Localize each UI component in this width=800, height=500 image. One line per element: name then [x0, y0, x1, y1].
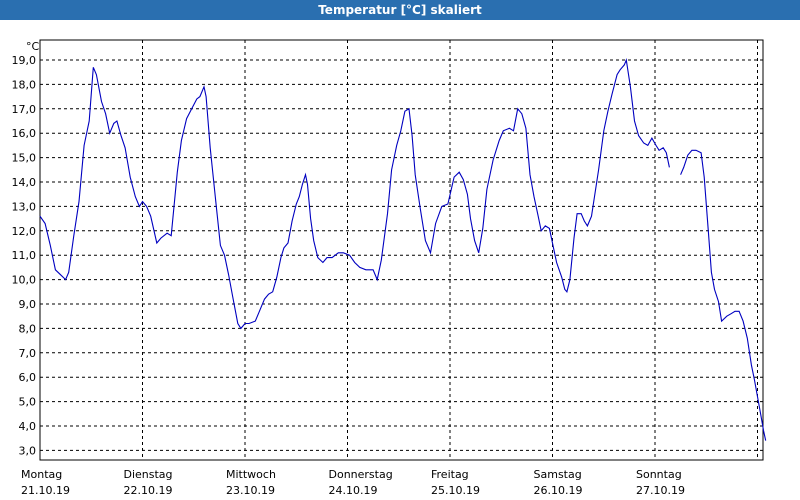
x-tick-date: 25.10.19: [431, 484, 480, 497]
x-tick-date: 23.10.19: [226, 484, 275, 497]
y-tick-label: 5,0: [19, 396, 37, 409]
x-tick-day: Samstag: [534, 468, 582, 481]
y-tick-label: 11,0: [12, 249, 37, 262]
chart-background: [0, 20, 800, 500]
x-tick-date: 22.10.19: [124, 484, 173, 497]
y-tick-label: 4,0: [19, 420, 37, 433]
y-tick-label: 10,0: [12, 274, 37, 287]
y-tick-label: 6,0: [19, 371, 37, 384]
y-tick-label: 13,0: [12, 200, 37, 213]
x-tick-day: Montag: [21, 468, 62, 481]
y-axis-label: °C: [26, 40, 40, 53]
x-tick-day: Donnerstag: [329, 468, 393, 481]
x-tick-date: 26.10.19: [534, 484, 583, 497]
x-tick-day: Sonntag: [636, 468, 682, 481]
y-tick-label: 8,0: [19, 322, 37, 335]
y-tick-label: 3,0: [19, 444, 37, 457]
x-tick-day: Freitag: [431, 468, 469, 481]
chart-title: Temperatur [°C] skaliert: [0, 0, 800, 20]
x-tick-date: 27.10.19: [636, 484, 685, 497]
y-tick-label: 18,0: [12, 78, 37, 91]
x-tick-date: 21.10.19: [21, 484, 70, 497]
y-tick-label: 19,0: [12, 54, 37, 67]
y-tick-label: 12,0: [12, 225, 37, 238]
y-tick-label: 15,0: [12, 152, 37, 165]
temperature-chart: 19,0 18,0 17,0 16,0 15,0 14,0 13,0 12,0 11,0 10,0…: [0, 20, 800, 500]
x-tick-date: 24.10.19: [329, 484, 378, 497]
y-tick-label: 17,0: [12, 103, 37, 116]
x-tick-day: Dienstag: [124, 468, 173, 481]
y-tick-label: 7,0: [19, 347, 37, 360]
x-tick-day: Mittwoch: [226, 468, 276, 481]
y-tick-label: 9,0: [19, 298, 37, 311]
y-tick-label: 16,0: [12, 127, 37, 140]
y-tick-label: 14,0: [12, 176, 37, 189]
